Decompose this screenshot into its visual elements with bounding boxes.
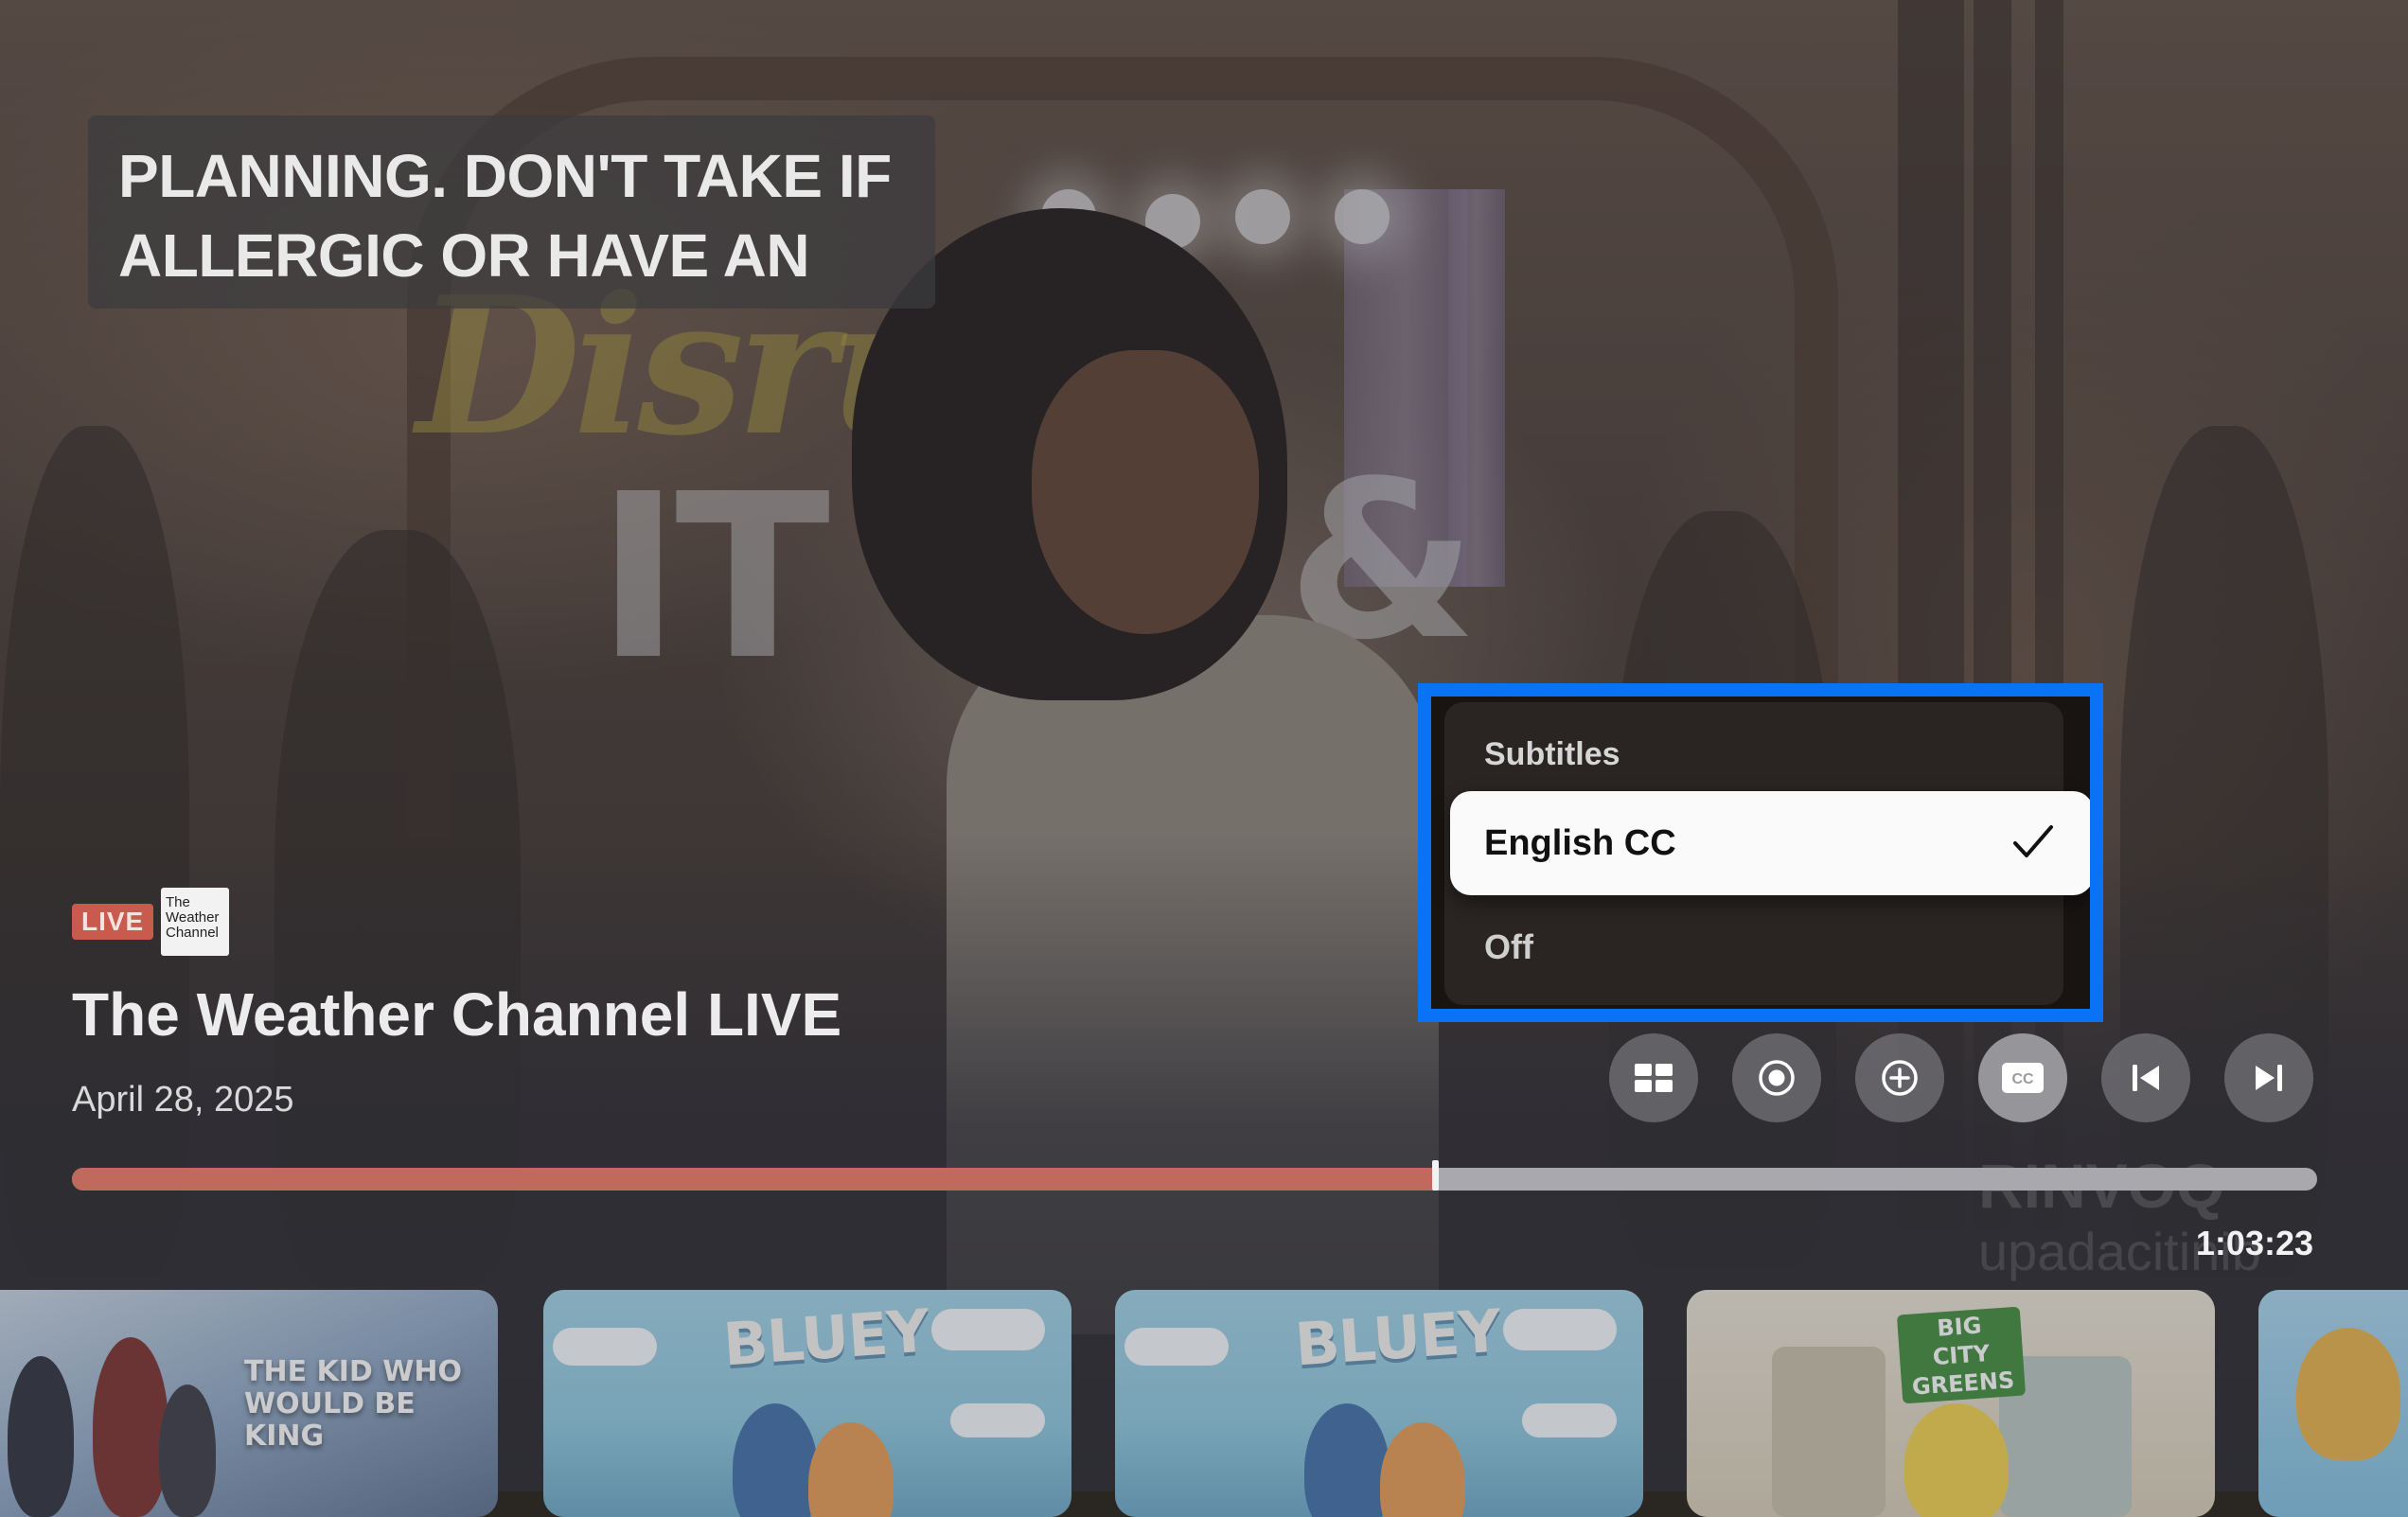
add-to-list-button[interactable] [1855,1033,1944,1122]
time-remaining: 1:03:23 [2195,1224,2313,1262]
thumbnail-card[interactable]: BIG CITY GREENS [1687,1290,2215,1517]
channel-logo-text: The [166,894,190,910]
program-title: The Weather Channel LIVE [72,980,842,1049]
thumbnail-card[interactable]: BLUEY [543,1290,1071,1517]
previous-button[interactable] [2101,1033,2190,1122]
program-date: April 28, 2025 [72,1080,294,1120]
closed-caption-box: PLANNING. DON'T TAKE IF ALLERGIC OR HAVE… [88,115,935,309]
skip-forward-icon [2256,1065,2282,1091]
channel-logo-text: Channel [166,925,219,941]
channel-logo: The Weather Channel [161,888,229,956]
guide-button[interactable] [1609,1033,1698,1122]
next-button[interactable] [2224,1033,2313,1122]
svg-text:CC: CC [2011,1071,2034,1087]
subtitles-menu: Subtitles English CC Off [1418,683,2103,1022]
record-icon [1759,1060,1795,1096]
grid-icon [1635,1064,1673,1092]
record-button[interactable] [1732,1033,1821,1122]
plus-circle-icon [1882,1060,1918,1096]
caption-line-1: PLANNING. DON'T TAKE IF [118,142,892,210]
thumbnail-dim [2258,1290,2408,1517]
cc-icon: CC [2002,1063,2044,1093]
caption-line-2: ALLERGIC OR HAVE AN [118,221,810,290]
subtitle-option-english-cc[interactable]: English CC [1450,791,2090,895]
thumbnail-dim [1687,1290,2215,1517]
channel-logo-text: Weather [166,909,220,926]
thumbnail-card[interactable]: BLUEY [1115,1290,1643,1517]
skip-back-icon [2133,1065,2159,1091]
closed-captions-button[interactable]: CC [1978,1033,2067,1122]
progress-bar[interactable] [72,1168,2317,1191]
thumbnail-card[interactable]: THE KID WHO WOULD BE KING [0,1290,498,1517]
subtitle-option-label: English CC [1484,822,1676,863]
subtitles-menu-heading: Subtitles [1484,736,1620,772]
live-badge: LIVE [72,904,154,940]
checkmark-icon [2013,825,2053,857]
subtitle-option-off[interactable]: Off [1450,895,2090,999]
thumbnail-dim [0,1290,498,1517]
thumbnail-dim [543,1290,1071,1517]
progress-scrubber[interactable] [1431,1160,1439,1191]
thumbnail-card[interactable] [2258,1290,2408,1517]
thumbnail-dim [1115,1290,1643,1517]
subtitle-option-label: Off [1484,927,1533,966]
progress-fill [72,1168,1435,1191]
